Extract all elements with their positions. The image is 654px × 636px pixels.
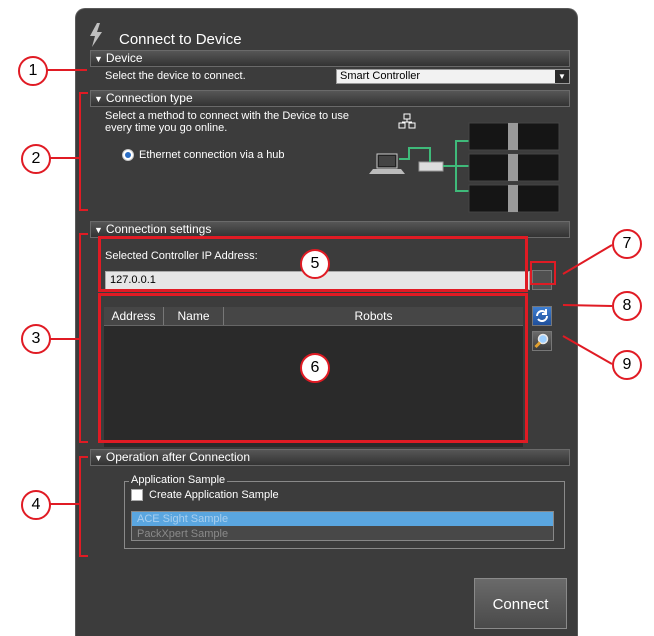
callout-3: 3 [21, 324, 51, 354]
callout-9: 9 [612, 350, 642, 380]
callout-4: 4 [21, 490, 51, 520]
callout-2: 2 [21, 144, 51, 174]
callout-1: 1 [18, 56, 48, 86]
callout-5: 5 [300, 249, 330, 279]
callout-6: 6 [300, 353, 330, 383]
callout-lines [44, 69, 613, 557]
callout-7: 7 [612, 229, 642, 259]
callout-8: 8 [612, 291, 642, 321]
